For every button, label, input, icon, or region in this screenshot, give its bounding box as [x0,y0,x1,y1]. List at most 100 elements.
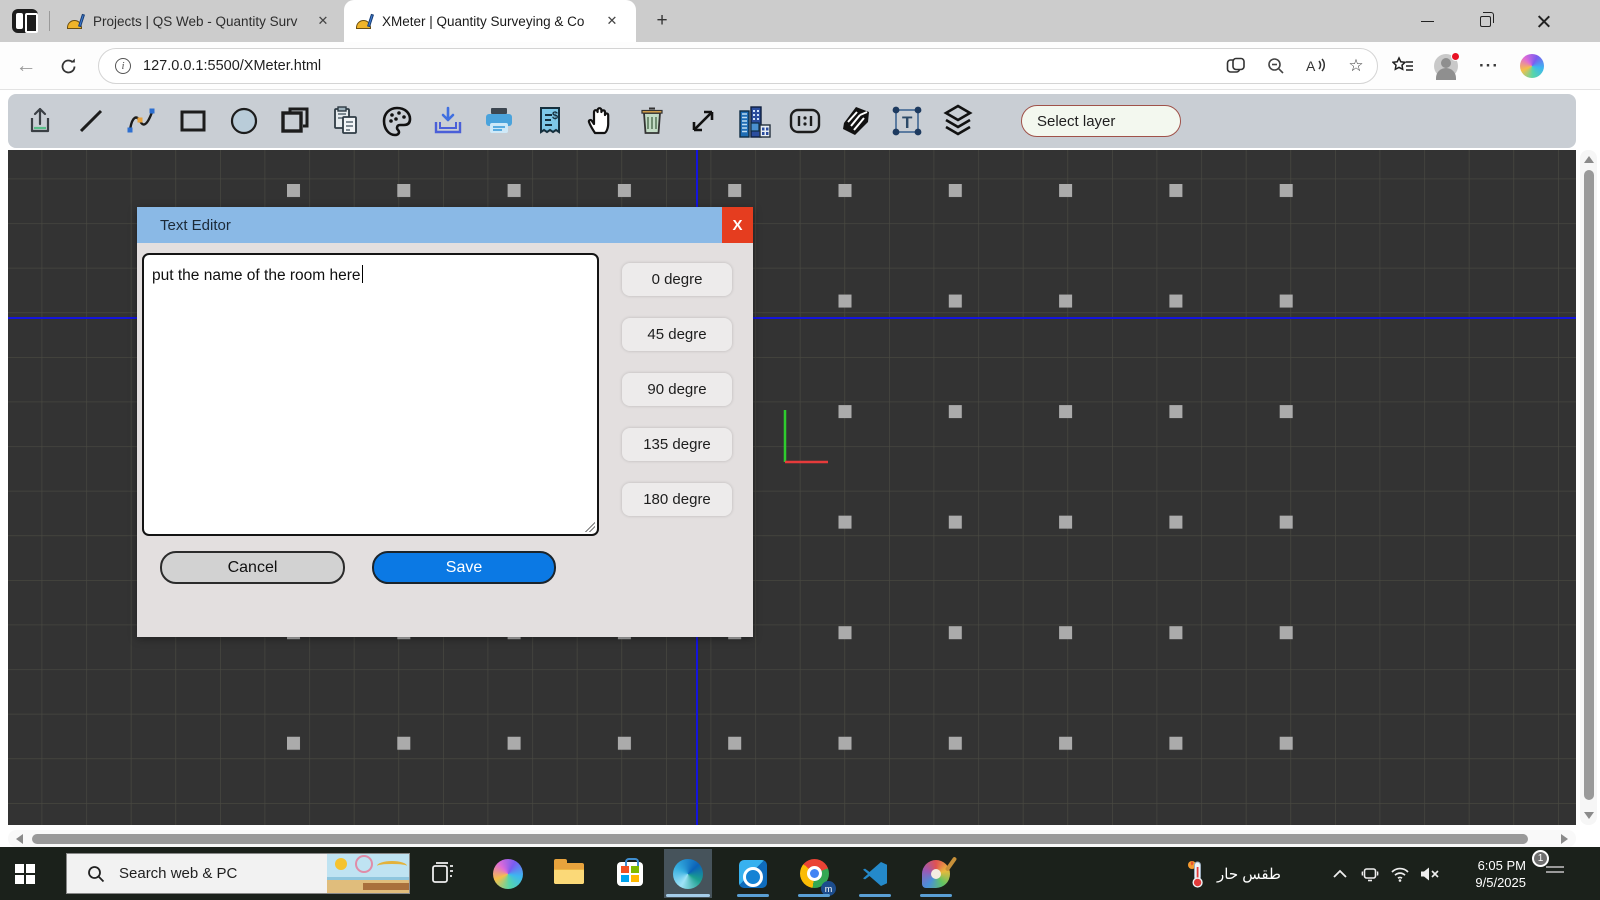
room-name-textarea[interactable]: put the name of the room here [142,253,599,536]
hand-icon [584,104,618,138]
save-button[interactable]: Save [372,551,556,584]
paste-button[interactable] [326,100,366,142]
favorites-bar-icon[interactable] [1392,55,1414,77]
chrome-button[interactable]: m [790,849,838,898]
task-view-button[interactable] [420,849,468,898]
horizontal-scroll-thumb[interactable] [32,834,1528,844]
edge-icon [673,859,703,889]
degree-135-button[interactable]: 135 degre [622,428,732,461]
tray-volume-button[interactable] [1418,847,1440,900]
degree-180-button[interactable]: 180 degre [622,483,732,516]
browser-addressbar: ← i 127.0.0.1:5500/XMeter.html A ☆ [0,42,1600,90]
textarea-resize-grip[interactable] [585,522,595,532]
scroll-down-arrow[interactable] [1584,812,1594,819]
dialog-close-button[interactable]: X [722,207,753,243]
restore-button[interactable] [1456,0,1514,42]
taskbar-copilot-button[interactable] [484,849,532,898]
url-bar[interactable]: i 127.0.0.1:5500/XMeter.html A ☆ [98,48,1378,84]
tray-cast-button[interactable] [1360,847,1380,900]
curve-tool-button[interactable] [122,100,162,142]
windows-taskbar: Search web & PC m [0,847,1600,900]
refresh-button[interactable] [56,54,80,78]
vertical-scrollbar[interactable] [1580,150,1597,825]
scroll-left-arrow[interactable] [16,834,23,844]
minimize-button[interactable] [1398,0,1456,42]
microsoft-store-button[interactable] [606,849,654,898]
degree-0-button[interactable]: 0 degre [622,263,732,296]
back-button[interactable]: ← [14,54,38,78]
tab-projects[interactable]: Projects | QS Web - Quantity Surv ✕ [55,0,340,42]
tab-title: Projects | QS Web - Quantity Surv [93,14,308,29]
start-button[interactable] [8,859,42,889]
dialog-titlebar[interactable]: Text Editor [137,207,753,243]
horizontal-scrollbar[interactable] [8,830,1576,847]
close-icon [1537,15,1550,28]
paint-icon [922,860,950,888]
close-tab-icon[interactable]: ✕ [603,12,621,30]
print-button[interactable] [479,100,519,142]
close-tab-icon[interactable]: ✕ [314,12,332,30]
thermometer-icon [1186,859,1208,889]
degree-45-button[interactable]: 45 degre [622,318,732,351]
scale-button[interactable] [785,100,825,142]
taskbar-search-box[interactable]: Search web & PC [66,853,410,894]
paste-icon [329,104,363,138]
tab-xmeter[interactable]: XMeter | Quantity Surveying & Co ✕ [344,0,636,42]
cancel-button[interactable]: Cancel [160,551,345,584]
tab-actions-icon[interactable] [12,9,38,33]
sketchup-button[interactable] [836,100,876,142]
svg-text:$: $ [552,110,558,122]
palette-button[interactable] [377,100,417,142]
site-info-icon[interactable]: i [115,58,131,74]
more-menu-icon[interactable]: ··· [1478,55,1500,77]
file-explorer-button[interactable] [545,849,593,898]
line-tool-button[interactable] [71,100,111,142]
copilot-icon[interactable] [1520,54,1544,78]
xmeter-page: $ T Select layer [0,90,1600,847]
qs-app-favicon [356,14,373,29]
search-highlight-image[interactable] [327,853,409,894]
vertical-scroll-thumb[interactable] [1584,170,1594,800]
degree-90-button[interactable]: 90 degre [622,373,732,406]
favorite-star-icon[interactable]: ☆ [1345,55,1367,77]
resize-button[interactable] [683,100,723,142]
paint-button[interactable] [912,849,960,898]
circle-tool-button[interactable] [224,100,264,142]
weather-widget[interactable]: طقس حار [1186,847,1281,900]
close-window-button[interactable] [1514,0,1572,42]
layers-button[interactable] [938,100,978,142]
copy-button[interactable] [275,100,315,142]
buildings-button[interactable] [734,100,774,142]
outlook-button[interactable] [729,849,777,898]
palette-icon [380,104,414,138]
vscode-button[interactable] [851,849,899,898]
refresh-icon [59,57,78,76]
invoice-button[interactable]: $ [530,100,570,142]
profile-avatar[interactable] [1434,54,1458,78]
export-button[interactable] [20,100,60,142]
read-aloud-icon[interactable]: A [1305,55,1327,77]
zoom-out-icon[interactable] [1265,55,1287,77]
tab-title: XMeter | Quantity Surveying & Co [382,14,597,29]
pan-button[interactable] [581,100,621,142]
split-screen-icon[interactable] [1225,55,1247,77]
text-tool-button[interactable]: T [887,100,927,142]
svg-text:T: T [902,113,913,132]
download-button[interactable] [428,100,468,142]
layers-icon [940,103,976,139]
export-icon [24,104,56,138]
select-layer-dropdown[interactable]: Select layer [1021,105,1181,137]
taskbar-clock[interactable]: 6:05 PM 9/5/2025 [1448,847,1526,900]
url-text[interactable]: 127.0.0.1:5500/XMeter.html [143,58,321,74]
scroll-up-arrow[interactable] [1584,156,1594,163]
rectangle-tool-button[interactable] [173,100,213,142]
scroll-right-arrow[interactable] [1561,834,1568,844]
edge-button[interactable] [664,849,712,898]
tray-overflow-chevron[interactable] [1332,847,1348,900]
line-icon [75,104,107,138]
restore-icon [1480,16,1491,27]
trash-icon [636,104,668,138]
new-tab-button[interactable]: + [650,9,674,33]
tray-wifi-button[interactable] [1390,847,1410,900]
delete-button[interactable] [632,100,672,142]
